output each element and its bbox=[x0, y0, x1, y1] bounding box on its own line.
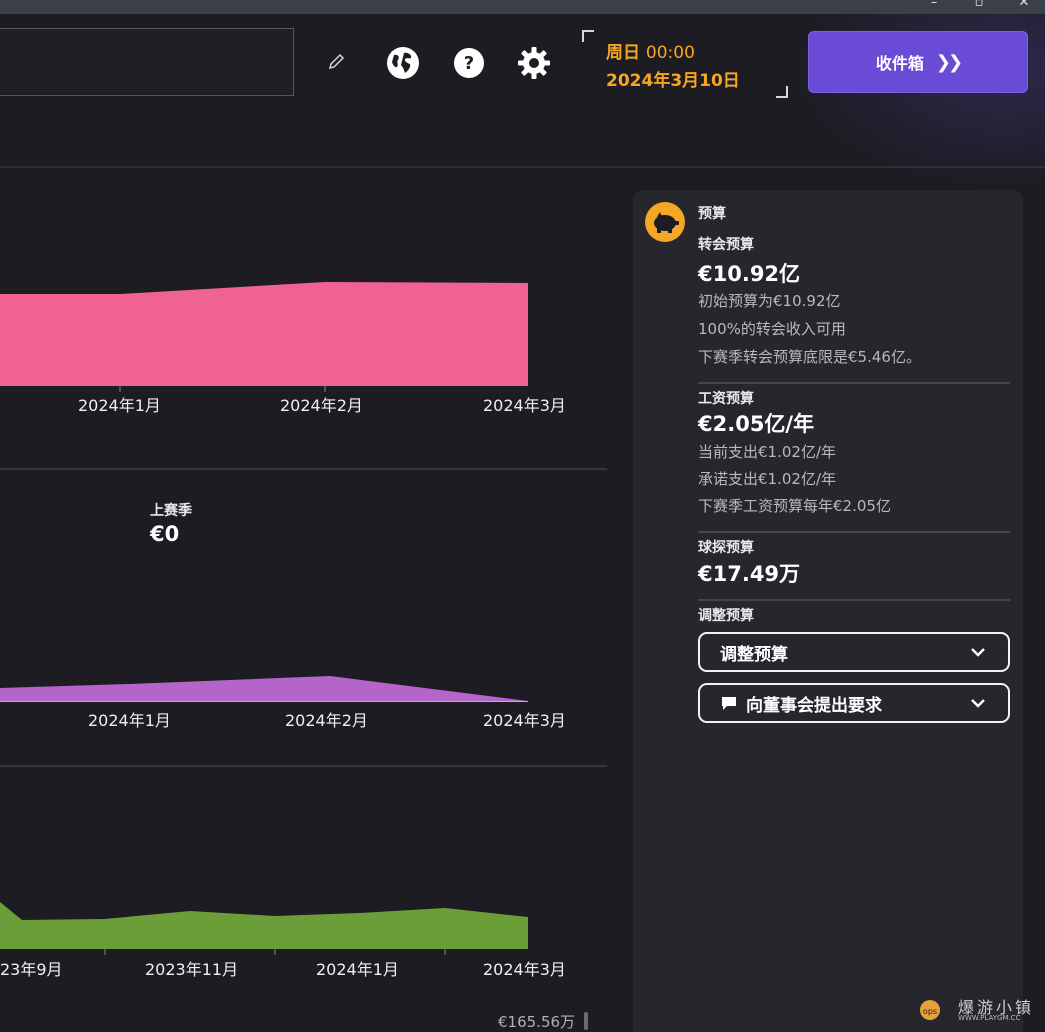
chart2-tick-label: 2024年2月 bbox=[285, 711, 368, 730]
wage-committed-spend: 承诺支出€1.02亿/年 bbox=[698, 470, 836, 488]
chart1-tick-label: 2024年1月 bbox=[78, 396, 161, 415]
adjust-budget-dropdown[interactable]: 调整预算 bbox=[698, 632, 1010, 672]
restore-icon[interactable]: ▫ bbox=[969, 0, 989, 12]
panel-title: 预算 bbox=[698, 206, 726, 222]
transfer-budget-value: €10.92亿 bbox=[698, 262, 801, 286]
close-icon[interactable]: ✕ bbox=[1014, 0, 1034, 12]
adjust-budget-label: 调整预算 bbox=[698, 608, 754, 624]
inbox-label: 收件箱 bbox=[875, 54, 924, 73]
budget-panel bbox=[633, 190, 1023, 1032]
piggy-bank-icon bbox=[645, 202, 685, 242]
balance-value: €165.56万 bbox=[498, 1013, 576, 1031]
panel-divider bbox=[698, 599, 1010, 601]
wage-area bbox=[0, 676, 528, 701]
panel-divider bbox=[698, 382, 1010, 384]
chart2-tick-label: 2024年3月 bbox=[483, 711, 566, 730]
transfer-initial-budget: 初始预算为€10.92亿 bbox=[698, 292, 841, 310]
chart3-tick-label: 2023年11月 bbox=[145, 960, 239, 979]
watermark-url: WWW.PLAYGM.CC bbox=[958, 1014, 1021, 1022]
search-input[interactable] bbox=[0, 28, 294, 96]
wage-next-season: 下赛季工资预算每年€2.05亿 bbox=[698, 497, 891, 515]
speech-bubble-icon bbox=[720, 695, 738, 711]
watermark: ops 爆游小镇 WWW.PLAYGM.CC bbox=[916, 994, 1041, 1028]
chevron-down-icon bbox=[970, 644, 986, 665]
date-day: 周日 00:00 bbox=[606, 38, 695, 63]
globe-icon[interactable] bbox=[384, 44, 422, 82]
balance-area bbox=[0, 902, 528, 949]
wage-budget-value: €2.05亿/年 bbox=[698, 412, 815, 436]
watermark-logo-icon: ops bbox=[920, 1000, 940, 1020]
minimize-icon[interactable]: – bbox=[924, 0, 944, 12]
scrollbar-handle[interactable] bbox=[584, 1012, 588, 1030]
chevron-down-icon bbox=[970, 695, 986, 716]
scouting-budget-label: 球探预算 bbox=[698, 540, 754, 556]
weekday-label: 周日 bbox=[606, 43, 640, 63]
corner-bracket bbox=[776, 86, 788, 98]
edit-pencil-icon[interactable] bbox=[324, 50, 348, 74]
board-request-dropdown[interactable]: 向董事会提出要求 bbox=[698, 683, 1010, 723]
window-title-bar bbox=[0, 0, 1045, 14]
chart2-tick-label: 2024年1月 bbox=[88, 711, 171, 730]
chart3-tick-label: 2024年1月 bbox=[316, 960, 399, 979]
date-label: 2024年3月10日 bbox=[606, 71, 740, 91]
chart1-tick-label: 2024年3月 bbox=[483, 396, 566, 415]
transfer-next-season-floor: 下赛季转会预算底限是€5.46亿。 bbox=[698, 348, 921, 366]
adjust-budget-dropdown-label: 调整预算 bbox=[720, 644, 788, 665]
svg-text:ops: ops bbox=[923, 1007, 937, 1016]
balance-area-chart bbox=[0, 902, 528, 955]
chart-divider bbox=[0, 468, 607, 470]
inbox-button[interactable]: 收件箱 ❯❯ bbox=[808, 31, 1028, 93]
chart1-tick-label: 2024年2月 bbox=[280, 396, 363, 415]
wage-budget-label: 工资预算 bbox=[698, 391, 754, 407]
chart-divider bbox=[0, 765, 607, 767]
wage-area-chart bbox=[0, 676, 528, 702]
scouting-budget-value: €17.49万 bbox=[698, 562, 801, 586]
transfer-revenue-available: 100%的转会收入可用 bbox=[698, 320, 846, 338]
help-icon[interactable]: ? bbox=[450, 44, 488, 82]
transfer-area bbox=[0, 282, 528, 386]
corner-bracket bbox=[582, 30, 594, 42]
chart3-tick-label: 23年9月 bbox=[0, 960, 63, 979]
last-season-label: 上赛季 bbox=[150, 503, 192, 519]
time-label: 00:00 bbox=[645, 43, 695, 63]
settings-gear-icon[interactable] bbox=[515, 44, 553, 82]
chart3-tick-label: 2024年3月 bbox=[483, 960, 566, 979]
panel-divider bbox=[698, 531, 1010, 533]
header-divider bbox=[0, 166, 1045, 168]
svg-text:?: ? bbox=[464, 53, 474, 74]
wage-current-spend: 当前支出€1.02亿/年 bbox=[698, 443, 836, 461]
last-season-value: €0 bbox=[150, 522, 180, 546]
double-chevron-right-icon: ❯❯ bbox=[935, 51, 963, 73]
transfer-budget-area-chart bbox=[0, 282, 528, 392]
board-request-dropdown-label: 向董事会提出要求 bbox=[746, 695, 882, 716]
game-date-display[interactable]: 周日 00:00 2024年3月10日 bbox=[582, 30, 788, 98]
transfer-budget-label: 转会预算 bbox=[698, 237, 754, 253]
